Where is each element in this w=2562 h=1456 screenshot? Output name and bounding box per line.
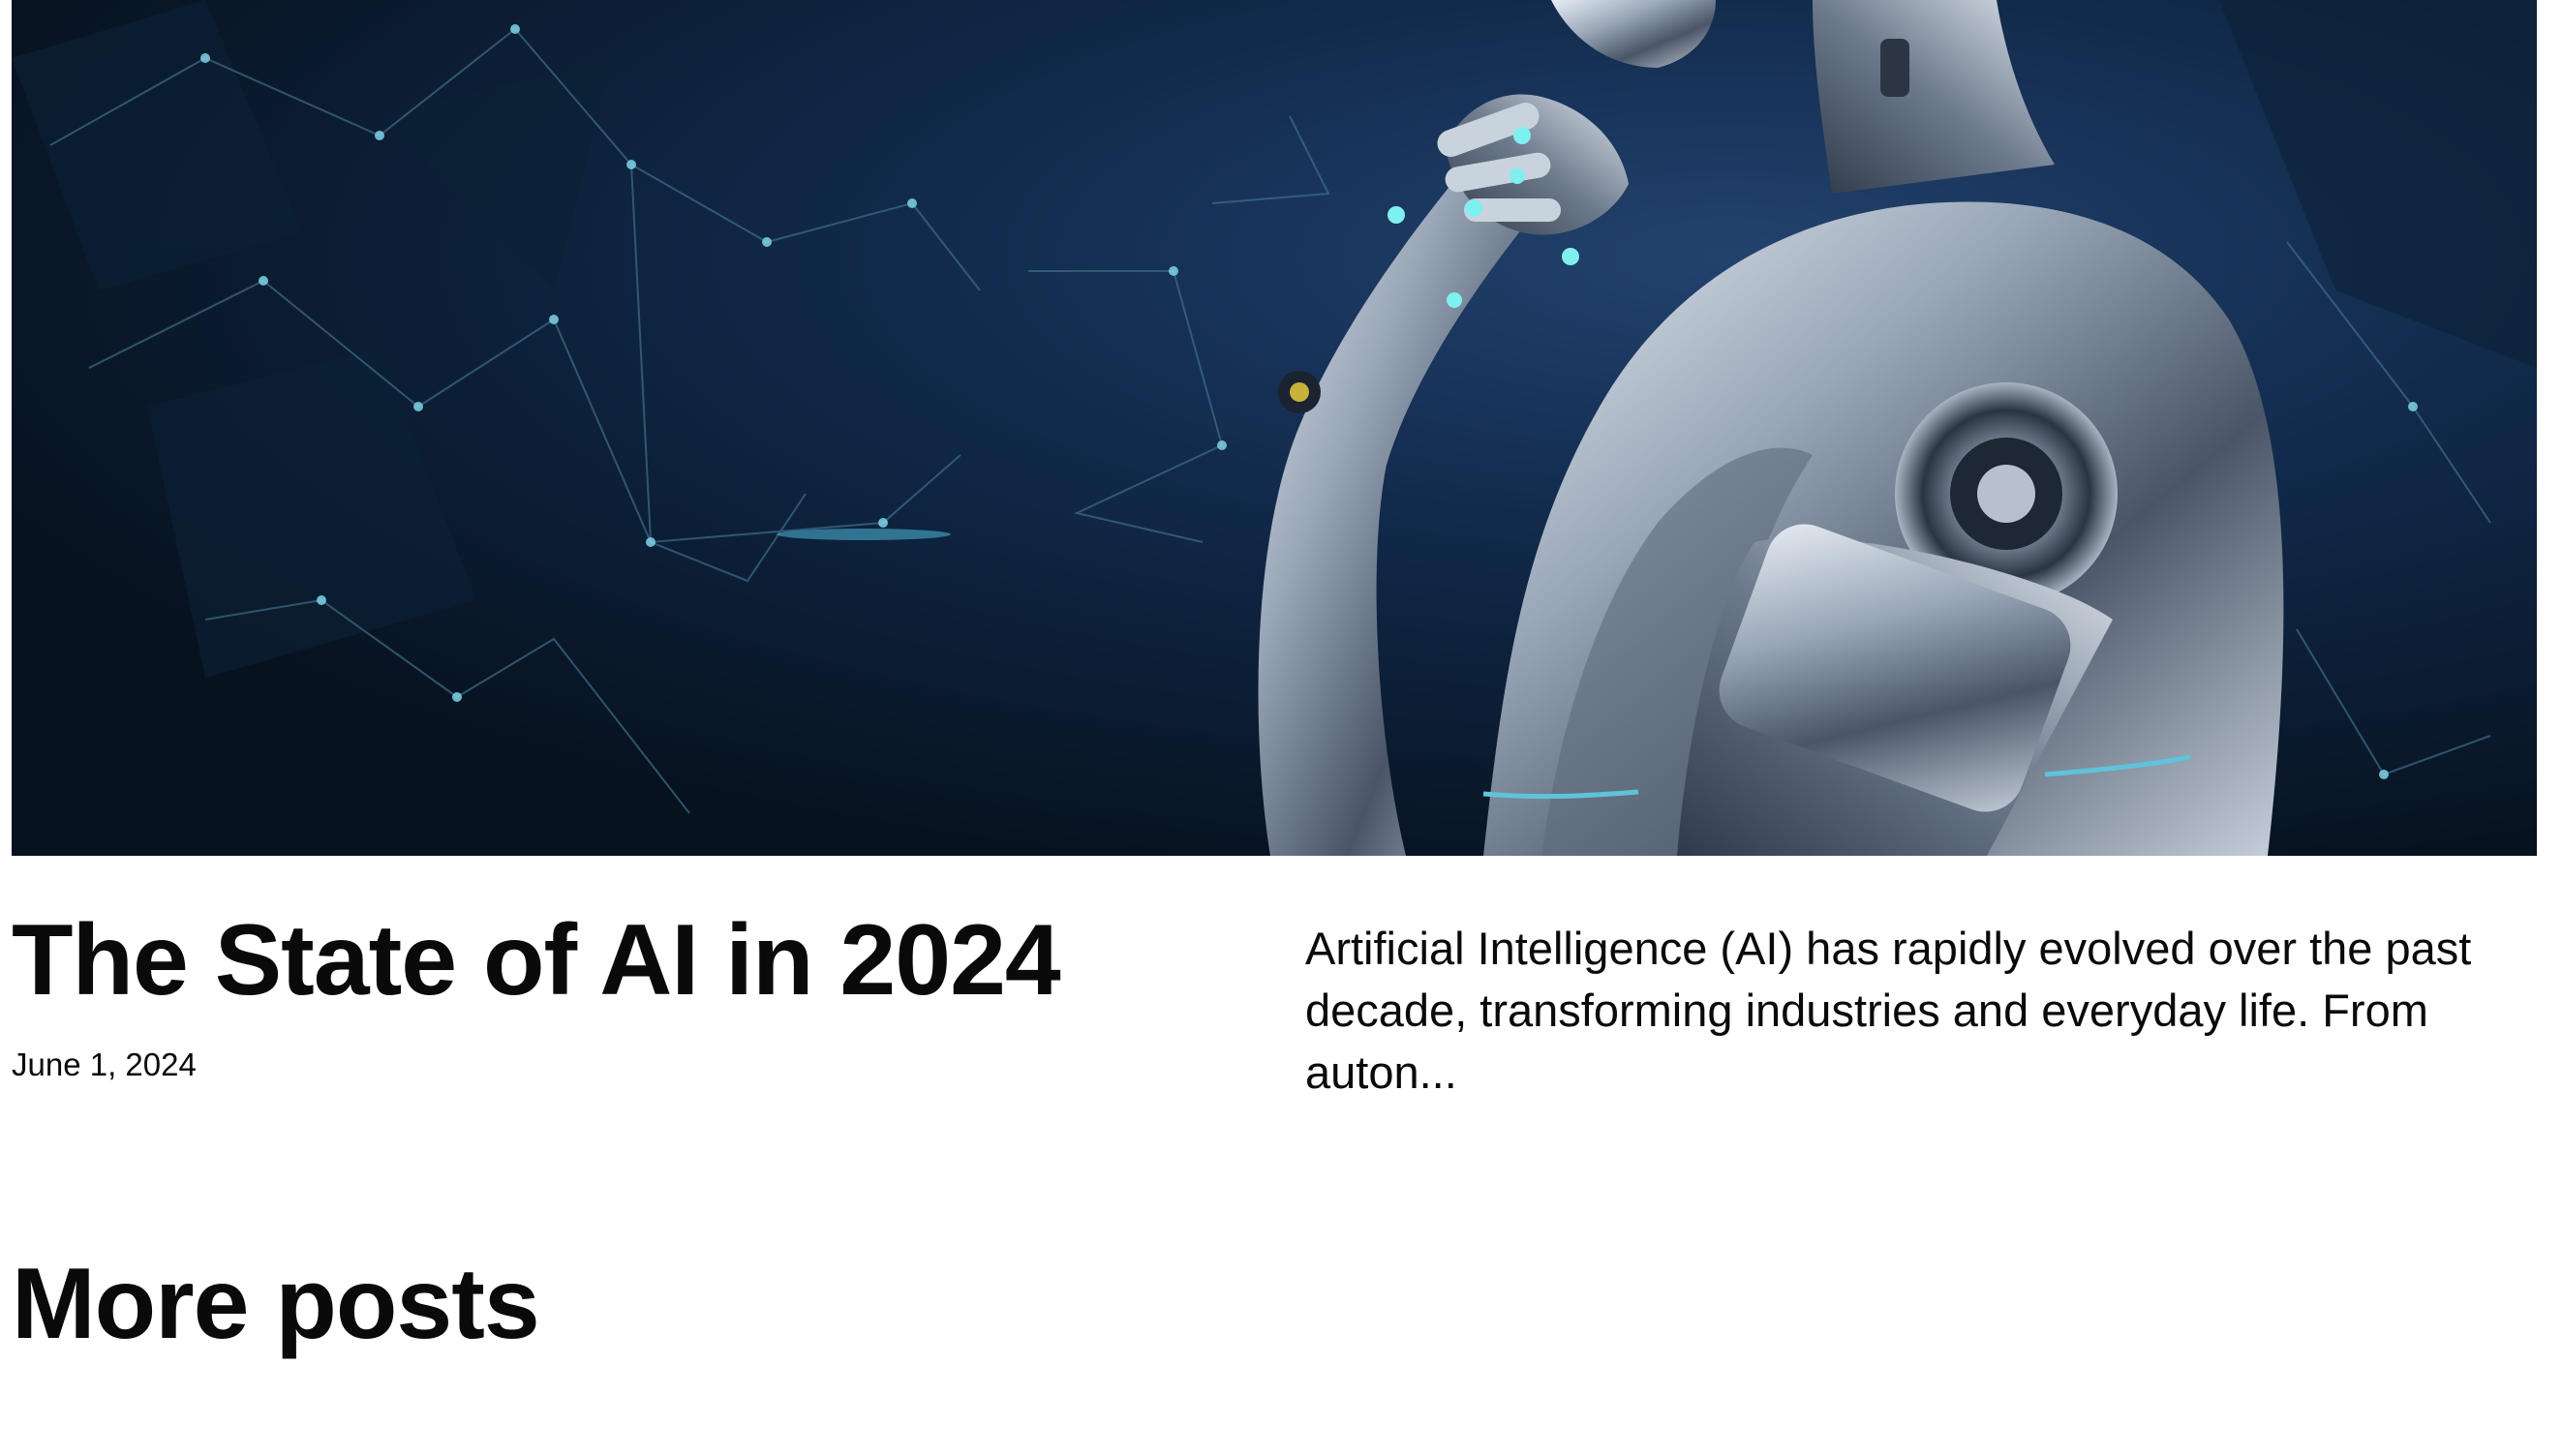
post-title[interactable]: The State of AI in 2024: [12, 905, 1061, 1016]
post-excerpt: Artificial Intelligence (AI) has rapidly…: [1305, 923, 2472, 1098]
post-date: June 1, 2024: [12, 1046, 197, 1082]
hero-image[interactable]: [12, 0, 2537, 856]
more-posts-heading: More posts: [12, 1248, 540, 1360]
robot-illustration: [12, 0, 2537, 856]
blog-page: The State of AI in 2024 June 1, 2024 Art…: [0, 0, 2562, 1456]
